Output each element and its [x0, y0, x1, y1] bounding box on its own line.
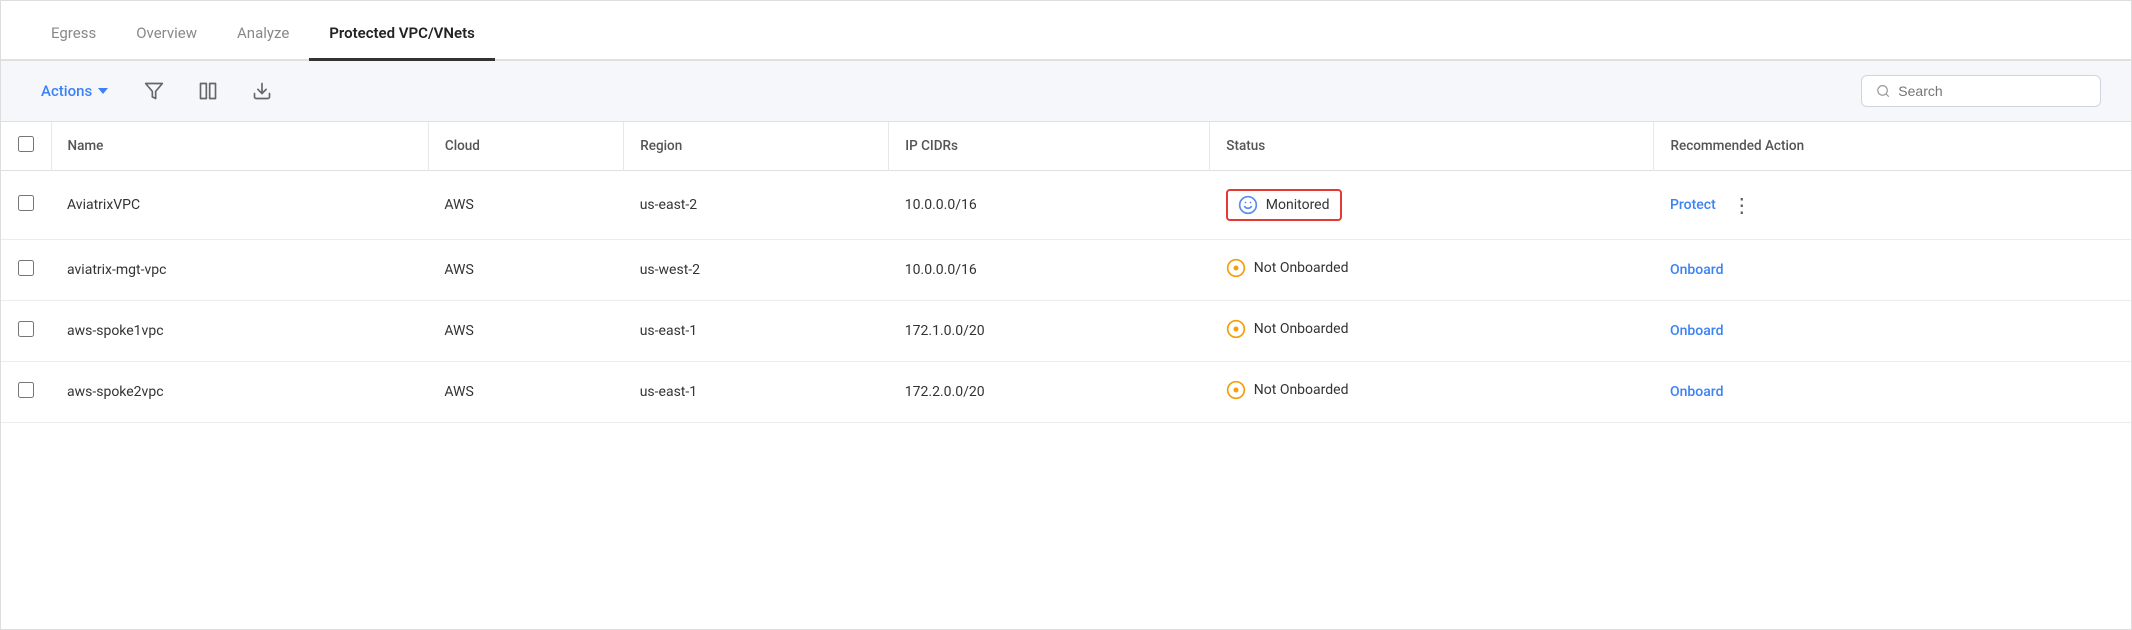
- table-row: aws-spoke2vpcAWSus-east-1172.2.0.0/20 No…: [1, 362, 2131, 423]
- col-recommended-action: Recommended Action: [1654, 122, 2131, 171]
- row-region: us-east-1: [624, 301, 889, 362]
- filter-icon[interactable]: [136, 75, 172, 107]
- row-ip-cidrs: 172.2.0.0/20: [889, 362, 1210, 423]
- action-link-onboard[interactable]: Onboard: [1670, 384, 1724, 400]
- status-not-onboarded-badge: Not Onboarded: [1226, 380, 1349, 400]
- col-name: Name: [51, 122, 428, 171]
- row-checkbox-0[interactable]: [18, 195, 34, 211]
- not-onboarded-icon: [1226, 319, 1246, 339]
- row-status: Not Onboarded: [1210, 362, 1654, 423]
- columns-icon[interactable]: [190, 75, 226, 107]
- status-monitored-badge: Monitored: [1226, 189, 1342, 221]
- tab-overview[interactable]: Overview: [116, 8, 217, 61]
- page-wrapper: Egress Overview Analyze Protected VPC/VN…: [0, 0, 2132, 630]
- not-onboarded-icon: [1226, 380, 1246, 400]
- row-checkbox-3[interactable]: [18, 382, 34, 398]
- action-col: Protect ⋮: [1670, 191, 2115, 219]
- row-checkbox-cell: [1, 240, 51, 301]
- row-name: aws-spoke1vpc: [51, 301, 428, 362]
- action-link-onboard[interactable]: Onboard: [1670, 262, 1724, 278]
- row-status: Not Onboarded: [1210, 301, 1654, 362]
- action-col: Onboard: [1670, 323, 2115, 339]
- select-all-checkbox[interactable]: [18, 136, 34, 152]
- row-action: Protect ⋮: [1654, 171, 2131, 240]
- action-col: Onboard: [1670, 262, 2115, 278]
- status-text: Not Onboarded: [1254, 382, 1349, 398]
- table-row: aws-spoke1vpcAWSus-east-1172.1.0.0/20 No…: [1, 301, 2131, 362]
- action-col: Onboard: [1670, 384, 2115, 400]
- tab-analyze[interactable]: Analyze: [217, 8, 309, 61]
- row-checkbox-cell: [1, 301, 51, 362]
- row-action: Onboard: [1654, 240, 2131, 301]
- chevron-down-icon: [98, 88, 108, 94]
- status-not-onboarded-badge: Not Onboarded: [1226, 319, 1349, 339]
- row-action: Onboard: [1654, 301, 2131, 362]
- search-input[interactable]: [1898, 83, 2086, 99]
- monitored-icon: [1238, 195, 1258, 215]
- row-checkbox-2[interactable]: [18, 321, 34, 337]
- table-container: Name Cloud Region IP CIDRs Status Recomm…: [1, 122, 2131, 629]
- row-cloud: AWS: [428, 240, 623, 301]
- row-name: AviatrixVPC: [51, 171, 428, 240]
- col-region: Region: [624, 122, 889, 171]
- search-icon: [1876, 83, 1890, 99]
- row-status: Monitored: [1210, 171, 1654, 240]
- action-link-protect[interactable]: Protect: [1670, 197, 1716, 213]
- row-cloud: AWS: [428, 362, 623, 423]
- status-text: Not Onboarded: [1254, 321, 1349, 337]
- more-options-button[interactable]: ⋮: [1726, 191, 1758, 219]
- row-name: aviatrix-mgt-vpc: [51, 240, 428, 301]
- toolbar: Actions: [1, 61, 2131, 122]
- table-row: AviatrixVPCAWSus-east-210.0.0.0/16 Monit…: [1, 171, 2131, 240]
- row-status: Not Onboarded: [1210, 240, 1654, 301]
- col-status: Status: [1210, 122, 1654, 171]
- row-checkbox-1[interactable]: [18, 260, 34, 276]
- actions-label: Actions: [41, 82, 92, 100]
- col-ip-cidrs: IP CIDRs: [889, 122, 1210, 171]
- row-region: us-east-1: [624, 362, 889, 423]
- not-onboarded-icon: [1226, 258, 1246, 278]
- row-region: us-west-2: [624, 240, 889, 301]
- status-text: Monitored: [1266, 197, 1330, 213]
- status-not-onboarded-badge: Not Onboarded: [1226, 258, 1349, 278]
- tab-egress[interactable]: Egress: [31, 8, 116, 61]
- search-box[interactable]: [1861, 75, 2101, 107]
- row-name: aws-spoke2vpc: [51, 362, 428, 423]
- action-link-onboard[interactable]: Onboard: [1670, 323, 1724, 339]
- row-cloud: AWS: [428, 301, 623, 362]
- tab-bar: Egress Overview Analyze Protected VPC/VN…: [1, 1, 2131, 61]
- vpcs-table: Name Cloud Region IP CIDRs Status Recomm…: [1, 122, 2131, 423]
- select-all-col[interactable]: [1, 122, 51, 171]
- tab-protected-vpc[interactable]: Protected VPC/VNets: [309, 8, 495, 61]
- row-ip-cidrs: 172.1.0.0/20: [889, 301, 1210, 362]
- download-icon[interactable]: [244, 75, 280, 107]
- row-cloud: AWS: [428, 171, 623, 240]
- table-row: aviatrix-mgt-vpcAWSus-west-210.0.0.0/16 …: [1, 240, 2131, 301]
- row-checkbox-cell: [1, 171, 51, 240]
- actions-button[interactable]: Actions: [31, 76, 118, 106]
- status-text: Not Onboarded: [1254, 260, 1349, 276]
- table-header-row: Name Cloud Region IP CIDRs Status Recomm…: [1, 122, 2131, 171]
- row-ip-cidrs: 10.0.0.0/16: [889, 240, 1210, 301]
- row-ip-cidrs: 10.0.0.0/16: [889, 171, 1210, 240]
- row-action: Onboard: [1654, 362, 2131, 423]
- col-cloud: Cloud: [428, 122, 623, 171]
- table-body: AviatrixVPCAWSus-east-210.0.0.0/16 Monit…: [1, 171, 2131, 423]
- row-region: us-east-2: [624, 171, 889, 240]
- row-checkbox-cell: [1, 362, 51, 423]
